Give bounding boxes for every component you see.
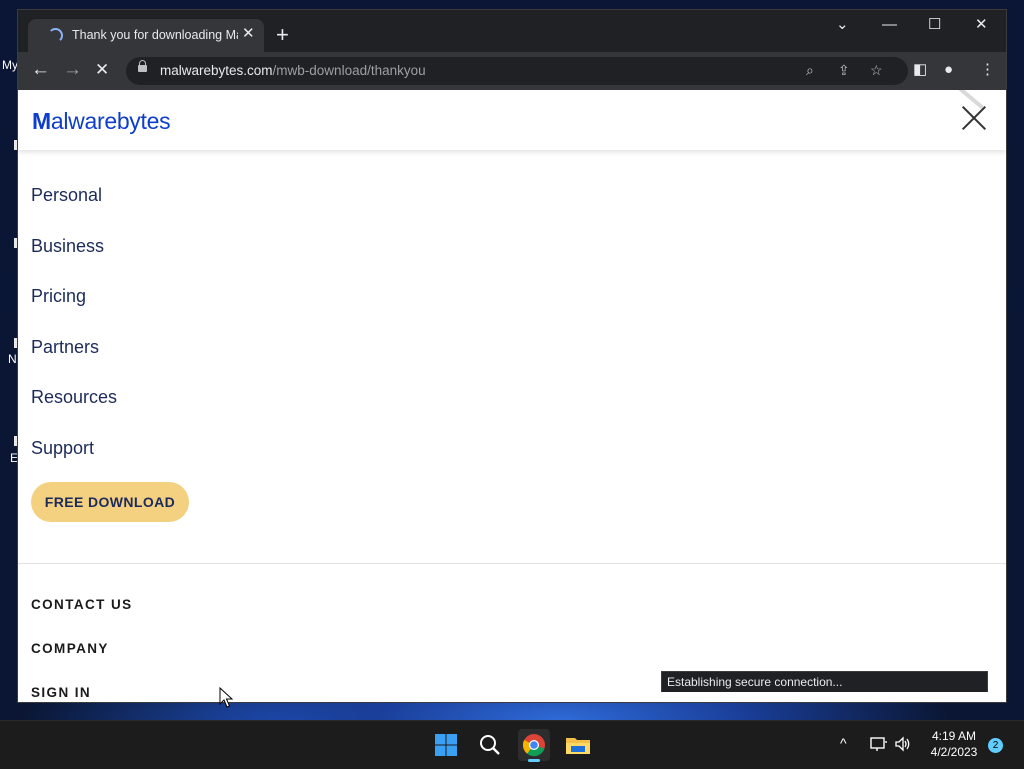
nav-item-support[interactable]: Support <box>31 438 94 459</box>
stop-loading-button[interactable]: ✕ <box>95 60 109 80</box>
web-page: Malwarebytes Personal Business Pricing P… <box>18 90 1006 702</box>
nav-item-resources[interactable]: Resources <box>31 387 117 408</box>
browser-tab[interactable]: Thank you for downloading Malwarebytes ✕ <box>28 19 264 52</box>
loading-spinner-icon <box>48 28 63 43</box>
tray-overflow-icon[interactable]: ^ <box>840 735 847 751</box>
close-menu-icon[interactable] <box>960 104 988 132</box>
browser-toolbar: ← → ✕ malwarebytes.com/mwb-download/than… <box>18 52 1006 90</box>
back-button[interactable]: ← <box>31 60 50 80</box>
tab-close-icon[interactable]: ✕ <box>242 25 255 43</box>
address-bar[interactable]: malwarebytes.com/mwb-download/thankyou ⌕… <box>126 57 908 85</box>
clock-date: 4/2/2023 <box>930 745 978 759</box>
new-tab-button[interactable]: + <box>276 24 289 46</box>
tab-title: Thank you for downloading Malwarebytes <box>72 28 238 42</box>
desktop-icon-label: My <box>2 58 18 72</box>
network-icon[interactable] <box>870 736 888 752</box>
taskbar-clock[interactable]: 4:19 AM 4/2/2023 <box>920 728 988 760</box>
free-download-button[interactable]: FREE DOWNLOAD <box>31 482 189 522</box>
minimize-button[interactable]: — <box>882 16 897 34</box>
lock-icon[interactable] <box>138 60 147 72</box>
tab-strip: Thank you for downloading Malwarebytes ✕… <box>18 10 1006 52</box>
nav-item-pricing[interactable]: Pricing <box>31 286 86 307</box>
url-path: /mwb-download/thankyou <box>272 63 426 78</box>
desktop-icon-label: N <box>8 352 17 366</box>
taskbar: ^ 4:19 AM 4/2/2023 2 <box>0 720 1024 769</box>
zoom-search-icon[interactable]: ⌕ <box>806 62 814 78</box>
sign-in-link[interactable]: SIGN IN <box>31 685 91 700</box>
notification-badge[interactable]: 2 <box>988 738 1003 753</box>
nav-item-business[interactable]: Business <box>31 236 104 257</box>
menu-kebab-icon[interactable]: ⋮ <box>980 61 995 79</box>
share-icon[interactable]: ⇪ <box>838 62 850 78</box>
forward-button[interactable]: → <box>63 60 82 80</box>
url-host: malwarebytes.com <box>160 63 273 78</box>
site-header: Malwarebytes <box>18 90 1006 150</box>
mouse-cursor-icon <box>219 687 233 708</box>
maximize-button[interactable]: ☐ <box>928 16 941 34</box>
clock-time: 4:19 AM <box>931 729 977 743</box>
search-button[interactable] <box>474 729 506 761</box>
status-bubble: Establishing secure connection... <box>661 671 988 692</box>
bookmark-star-icon[interactable]: ☆ <box>870 62 883 78</box>
profile-icon[interactable]: ● <box>944 61 953 79</box>
search-icon <box>480 735 500 755</box>
divider <box>18 563 1006 564</box>
nav-item-personal[interactable]: Personal <box>31 185 102 206</box>
contact-us-link[interactable]: CONTACT US <box>31 597 133 612</box>
start-icon <box>435 734 457 756</box>
close-window-button[interactable]: ✕ <box>975 16 988 34</box>
nav-item-partners[interactable]: Partners <box>31 337 99 358</box>
browser-window: Thank you for downloading Malwarebytes ✕… <box>18 10 1006 702</box>
volume-icon[interactable] <box>894 736 912 752</box>
desktop-icon-label: E <box>10 451 19 465</box>
file-explorer-icon <box>566 738 590 754</box>
url-text[interactable]: malwarebytes.com/mwb-download/thankyou <box>160 63 426 78</box>
chrome-taskbar-button[interactable] <box>518 729 550 762</box>
chrome-icon <box>522 734 545 757</box>
start-button[interactable] <box>430 729 462 761</box>
tab-search-chevron-icon[interactable]: ⌄ <box>836 16 849 34</box>
malwarebytes-logo[interactable]: Malwarebytes <box>32 108 171 135</box>
file-explorer-button[interactable] <box>562 729 594 761</box>
side-panel-icon[interactable]: ◧ <box>913 61 927 79</box>
company-link[interactable]: COMPANY <box>31 641 109 656</box>
